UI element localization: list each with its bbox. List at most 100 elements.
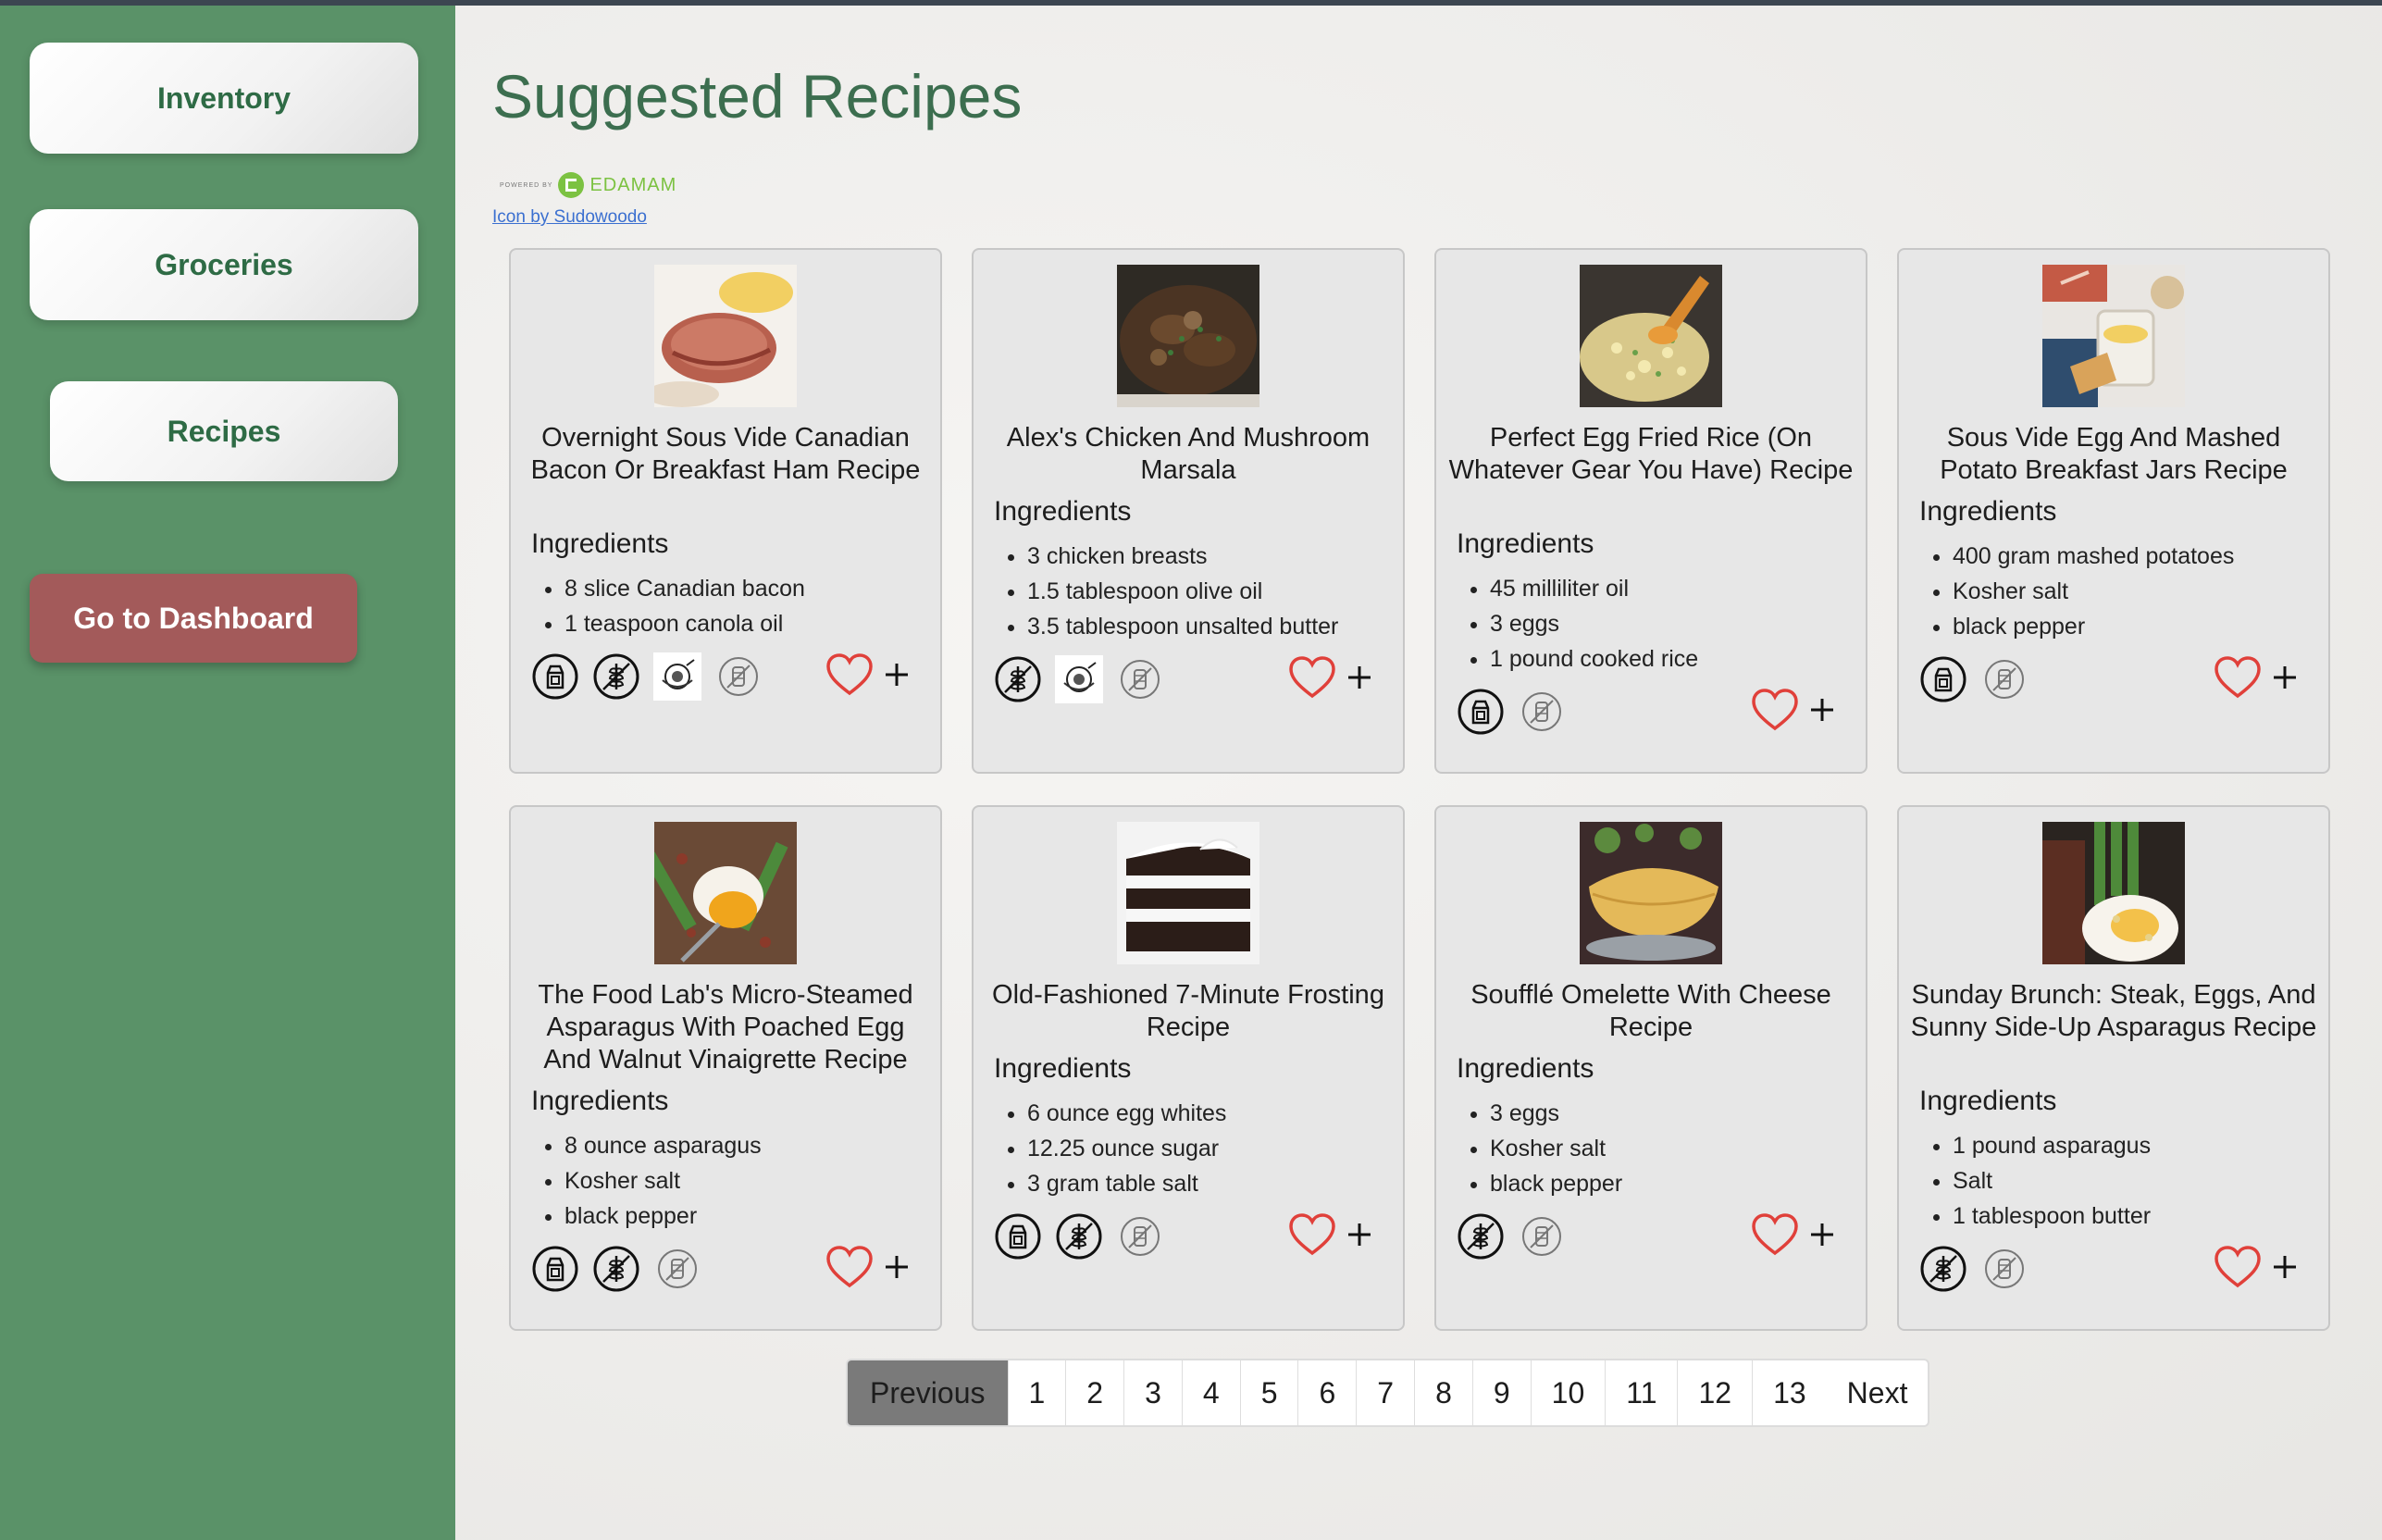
gluten-free-icon: [592, 1245, 640, 1293]
pagination-page-1[interactable]: 1: [1009, 1360, 1067, 1425]
ingredient-item: 1 tablespoon butter: [1953, 1198, 2151, 1234]
recipe-image[interactable]: [2042, 265, 2185, 407]
diet-label-icons: [994, 1212, 1164, 1261]
ingredients-list: 6 ounce egg whites12.25 ounce sugar3 gra…: [1027, 1096, 1226, 1201]
pagination-page-6[interactable]: 6: [1298, 1360, 1358, 1425]
recipe-image[interactable]: [1117, 822, 1259, 964]
sugar-free-icon: [1980, 1245, 2028, 1293]
ingredient-item: 8 slice Canadian bacon: [564, 571, 805, 606]
ingredients-list: 8 slice Canadian bacon1 teaspoon canola …: [564, 571, 805, 641]
recipe-title: The Food Lab's Micro-Steamed Asparagus W…: [538, 980, 913, 1074]
ingredient-item: black pepper: [564, 1198, 762, 1234]
recipe-actions: [825, 1245, 911, 1289]
add-plus-icon[interactable]: [883, 661, 911, 689]
pagination-page-9[interactable]: 9: [1473, 1360, 1532, 1425]
edamam-attribution: POWERED BY EDAMAM: [500, 172, 676, 198]
ingredient-item: Kosher salt: [1490, 1131, 1622, 1166]
pagination-page-11[interactable]: 11: [1606, 1360, 1679, 1425]
recipe-image[interactable]: [1117, 265, 1259, 407]
edamam-brand: EDAMAM: [589, 174, 677, 195]
ingredient-item: Kosher salt: [564, 1163, 762, 1198]
add-plus-icon[interactable]: [2271, 1253, 2299, 1281]
gluten-free-icon: [994, 655, 1042, 703]
ingredients-list: 3 chicken breasts1.5 tablespoon olive oi…: [1027, 539, 1338, 644]
add-plus-icon[interactable]: [2271, 664, 2299, 691]
recipe-title: Soufflé Omelette With Cheese Recipe: [1470, 980, 1831, 1042]
icon-credit-link[interactable]: Icon by Sudowoodo: [492, 207, 647, 228]
ingredient-item: Kosher salt: [1953, 574, 2234, 609]
favorite-heart-icon[interactable]: [2214, 1245, 2262, 1289]
ingredients-heading: Ingredients: [994, 496, 1132, 527]
pagination-page-4[interactable]: 4: [1183, 1360, 1241, 1425]
ingredients-list: 3 eggsKosher saltblack pepper: [1490, 1096, 1622, 1201]
recipe-image[interactable]: [1580, 822, 1722, 964]
pagination-page-10[interactable]: 10: [1532, 1360, 1607, 1425]
recipe-card[interactable]: Old-Fashioned 7-Minute Frosting Recipe In…: [972, 805, 1405, 1331]
favorite-heart-icon[interactable]: [1288, 655, 1336, 700]
low-sodium-icon: [653, 652, 701, 701]
favorite-heart-icon[interactable]: [825, 1245, 874, 1289]
gluten-free-icon: [1919, 1245, 1967, 1293]
recipe-actions: [1288, 655, 1373, 700]
recipe-image[interactable]: [654, 822, 797, 964]
ingredient-item: 1 teaspoon canola oil: [564, 606, 805, 641]
page-title: Suggested Recipes: [492, 62, 1023, 130]
gluten-free-icon: [1055, 1212, 1103, 1261]
add-plus-icon[interactable]: [1346, 664, 1373, 691]
add-plus-icon[interactable]: [883, 1253, 911, 1281]
favorite-heart-icon[interactable]: [1288, 1212, 1336, 1257]
pagination-pages: 1 2 3 4 5 6 7 8 9 10 11 12 13: [1009, 1360, 1827, 1425]
dairy-free-icon: [531, 1245, 579, 1293]
recipe-image[interactable]: [2042, 822, 2185, 964]
pagination: Previous 1 2 3 4 5 6 7 8 9 10 11 12 13 Next: [846, 1359, 1930, 1427]
ingredient-item: 3 gram table salt: [1027, 1166, 1226, 1201]
main-content: Suggested Recipes POWERED BY EDAMAM Icon…: [455, 6, 2382, 1540]
pagination-page-5[interactable]: 5: [1241, 1360, 1299, 1425]
ingredient-item: 45 milliliter oil: [1490, 571, 1698, 606]
recipe-card[interactable]: Sunday Brunch: Steak, Eggs, And Sunny Si…: [1897, 805, 2330, 1331]
gluten-free-icon: [1457, 1212, 1505, 1261]
nav-inventory-button[interactable]: Inventory: [30, 43, 418, 154]
recipe-card[interactable]: The Food Lab's Micro-Steamed Asparagus W…: [509, 805, 942, 1331]
ingredient-item: black pepper: [1953, 609, 2234, 644]
ingredients-heading: Ingredients: [1919, 1086, 2057, 1116]
recipe-image[interactable]: [654, 265, 797, 407]
pagination-page-13[interactable]: 13: [1753, 1360, 1827, 1425]
dairy-free-icon: [1457, 688, 1505, 736]
recipe-actions: [1288, 1212, 1373, 1257]
ingredients-heading: Ingredients: [1457, 1053, 1594, 1084]
recipe-card[interactable]: Sous Vide Egg And Mashed Potato Breakfas…: [1897, 248, 2330, 774]
add-plus-icon[interactable]: [1346, 1221, 1373, 1248]
favorite-heart-icon[interactable]: [1751, 688, 1799, 732]
pagination-page-8[interactable]: 8: [1415, 1360, 1473, 1425]
recipe-actions: [825, 652, 911, 697]
recipe-card[interactable]: Overnight Sous Vide Canadian Bacon Or Br…: [509, 248, 942, 774]
nav-groceries-button[interactable]: Groceries: [30, 209, 418, 320]
diet-label-icons: [1457, 688, 1566, 736]
pagination-page-7[interactable]: 7: [1357, 1360, 1416, 1425]
go-to-dashboard-button[interactable]: Go to Dashboard: [30, 574, 357, 663]
add-plus-icon[interactable]: [1808, 1221, 1836, 1248]
pagination-page-3[interactable]: 3: [1124, 1360, 1183, 1425]
dairy-free-icon: [994, 1212, 1042, 1261]
diet-label-icons: [1457, 1212, 1566, 1261]
recipe-card[interactable]: Alex's Chicken And Mushroom Marsala Ingre…: [972, 248, 1405, 774]
favorite-heart-icon[interactable]: [2214, 655, 2262, 700]
diet-label-icons: [1919, 655, 2028, 703]
recipe-card[interactable]: Soufflé Omelette With Cheese Recipe Ingre…: [1434, 805, 1867, 1331]
nav-recipes-button[interactable]: Recipes: [50, 381, 398, 481]
pagination-page-12[interactable]: 12: [1678, 1360, 1754, 1425]
favorite-heart-icon[interactable]: [825, 652, 874, 697]
favorite-heart-icon[interactable]: [1751, 1212, 1799, 1257]
recipe-title: Overnight Sous Vide Canadian Bacon Or Br…: [530, 423, 921, 485]
diet-label-icons: [1919, 1245, 2028, 1293]
pagination-next-button[interactable]: Next: [1827, 1360, 1929, 1425]
ingredients-heading: Ingredients: [994, 1053, 1132, 1084]
ingredient-item: 400 gram mashed potatoes: [1953, 539, 2234, 574]
pagination-page-2[interactable]: 2: [1066, 1360, 1125, 1425]
pagination-previous-button[interactable]: Previous: [848, 1360, 1009, 1425]
add-plus-icon[interactable]: [1808, 696, 1836, 724]
recipe-card[interactable]: Perfect Egg Fried Rice (On Whatever Gear…: [1434, 248, 1867, 774]
low-sodium-icon: [1055, 655, 1103, 703]
recipe-image[interactable]: [1580, 265, 1722, 407]
